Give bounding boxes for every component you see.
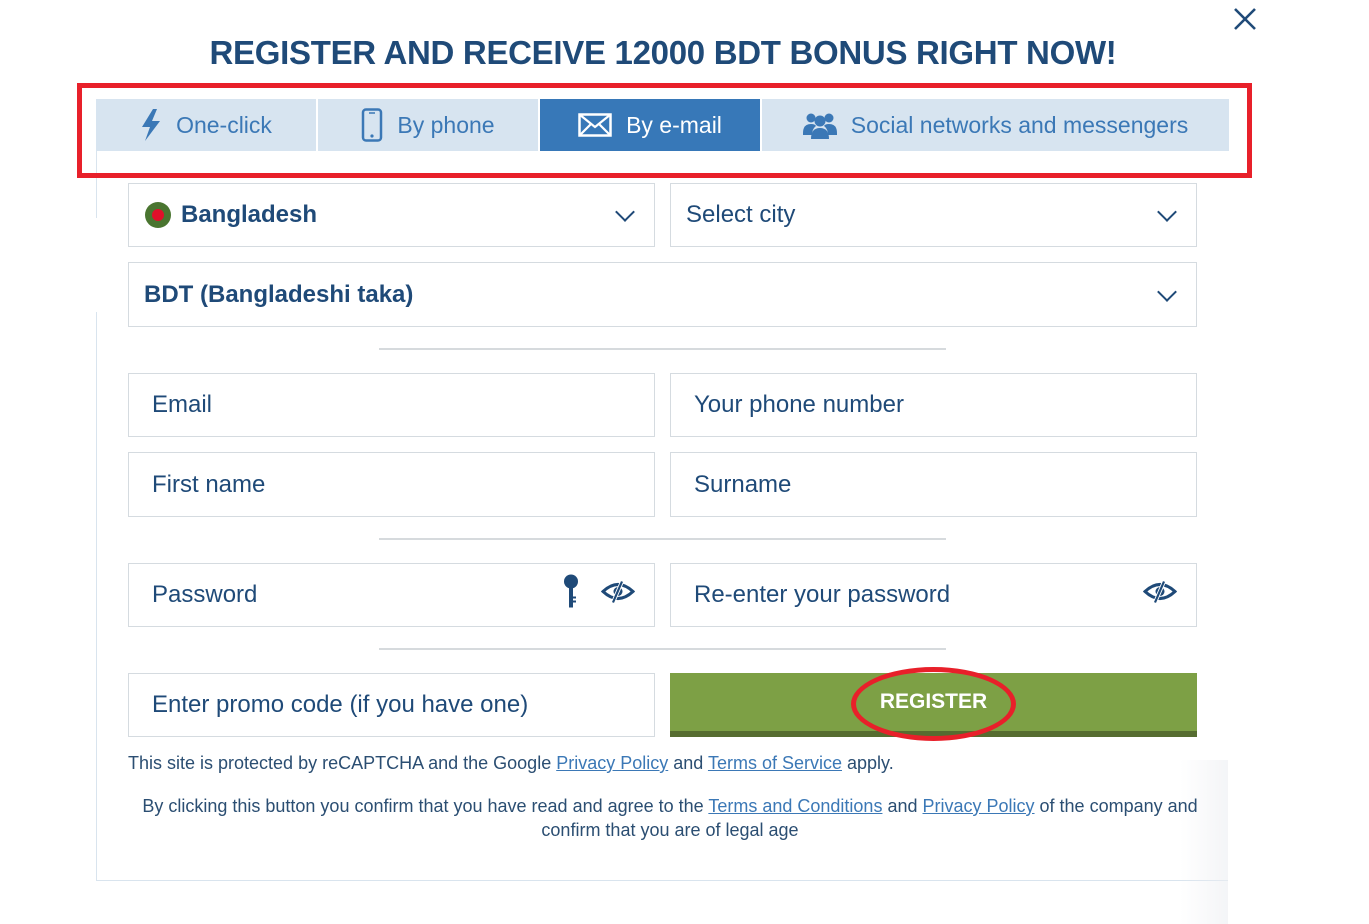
privacy-policy-link[interactable]: Privacy Policy (923, 796, 1035, 816)
chevron-down-icon (1157, 281, 1177, 302)
terms-and-conditions-link[interactable]: Terms and Conditions (708, 796, 882, 816)
panel-border-left (96, 150, 97, 218)
close-button[interactable] (1230, 4, 1260, 34)
password-placeholder: Password (152, 581, 258, 608)
panel-border-bottom (96, 880, 1228, 881)
agreement-notice: By clicking this button you confirm that… (120, 794, 1220, 842)
close-icon (1234, 8, 1256, 30)
recaptcha-text: This site is protected by reCAPTCHA and … (128, 753, 557, 773)
email-placeholder: Email (152, 391, 213, 418)
city-select[interactable]: Select city (670, 183, 1197, 247)
surname-field[interactable]: Surname (670, 452, 1197, 517)
surname-placeholder: Surname (694, 470, 792, 498)
country-select[interactable]: Bangladesh (128, 183, 655, 247)
lightning-icon (140, 109, 162, 141)
bangladesh-flag-icon (145, 202, 171, 228)
tab-by-phone[interactable]: By phone (318, 99, 540, 151)
eye-slash-icon[interactable] (600, 580, 636, 611)
section-divider (379, 648, 946, 650)
panel-shadow (1180, 760, 1228, 924)
tab-by-email[interactable]: By e-mail (540, 99, 762, 151)
google-privacy-policy-link[interactable]: Privacy Policy (556, 753, 668, 773)
section-divider (379, 348, 946, 350)
panel-border-left (96, 312, 97, 880)
chevron-down-icon (615, 202, 635, 222)
google-terms-of-service-link[interactable]: Terms of Service (708, 753, 842, 773)
agreement-text: and (882, 796, 923, 816)
envelope-icon (578, 113, 612, 137)
recaptcha-notice: This site is protected by reCAPTCHA and … (128, 753, 894, 774)
currency-value: BDT (Bangladeshi taka) (144, 280, 414, 308)
first-name-placeholder: First name (152, 470, 266, 498)
city-placeholder: Select city (686, 201, 796, 228)
first-name-field[interactable]: First name (128, 452, 655, 517)
chevron-down-icon (1157, 202, 1177, 222)
eye-slash-icon[interactable] (1142, 580, 1178, 611)
promo-code-field[interactable]: Enter promo code (if you have one) (128, 673, 655, 737)
password-field[interactable]: Password (128, 563, 655, 627)
section-divider (379, 538, 946, 540)
mobile-phone-icon (361, 108, 383, 142)
page-title: REGISTER AND RECEIVE 12000 BDT BONUS RIG… (209, 34, 1117, 71)
tab-label: Social networks and messengers (850, 111, 1189, 138)
country-value: Bangladesh (181, 201, 318, 228)
tab-label: By phone (397, 111, 495, 138)
registration-method-tabs: One-click By phone By e-mail Social netw… (96, 99, 1229, 151)
key-icon[interactable] (563, 574, 579, 616)
register-button[interactable]: REGISTER (670, 673, 1197, 737)
password-confirm-field[interactable]: Re-enter your password (670, 563, 1197, 627)
tab-social-networks[interactable]: Social networks and messengers (762, 99, 1229, 151)
phone-placeholder: Your phone number (694, 391, 904, 418)
currency-select[interactable]: BDT (Bangladeshi taka) (128, 262, 1197, 327)
phone-field[interactable]: Your phone number (670, 373, 1197, 437)
recaptcha-text: and (668, 753, 708, 773)
promo-placeholder: Enter promo code (if you have one) (152, 691, 529, 718)
register-label: REGISTER (879, 690, 988, 713)
tab-one-click[interactable]: One-click (96, 99, 318, 151)
tab-label: One-click (176, 111, 272, 138)
tab-label: By e-mail (626, 111, 722, 138)
recaptcha-text: apply. (842, 753, 894, 773)
agreement-text: By clicking this button you confirm that… (142, 796, 709, 816)
email-field[interactable]: Email (128, 373, 655, 437)
users-group-icon (802, 111, 837, 139)
password-confirm-placeholder: Re-enter your password (694, 581, 951, 608)
